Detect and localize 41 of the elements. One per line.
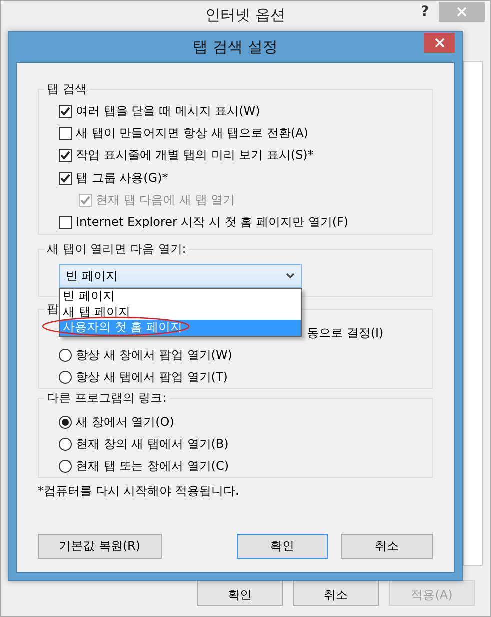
radio-button[interactable] (59, 460, 72, 472)
radio-button[interactable] (59, 370, 72, 384)
dialog-button[interactable]: 기본값 복원(R) (38, 534, 162, 559)
checkbox-label: 현재 탭 다음에 새 탭 열기 (96, 192, 236, 209)
checkbox-label: 새 탭이 만들어지면 항상 새 탭으로 전환(A) (76, 124, 308, 142)
radio-label: 현재 탭 또는 창에서 열기(C) (76, 458, 229, 474)
close-icon (457, 7, 467, 17)
dialog-title: 탭 검색 설정 (193, 38, 278, 57)
close-button[interactable] (424, 33, 455, 53)
checkbox[interactable] (59, 149, 72, 162)
dropdown-option[interactable]: 빈 페이지 (60, 289, 301, 304)
dropdown-option[interactable]: 새 탭 페이지 (60, 304, 301, 320)
dialog-button[interactable]: 확인 (197, 580, 283, 606)
dialog-button[interactable]: 확인 (236, 534, 328, 559)
group-title: 다른 프로그램의 링크: (44, 390, 170, 407)
checkbox[interactable] (59, 104, 72, 118)
footnote: *컴퓨터를 다시 시작해야 적용됩니다. (38, 483, 240, 500)
checkbox-label: 여러 탭을 닫을 때 메시지 표시(W) (76, 102, 260, 120)
radio-label: 항상 새 창에서 팝업 열기(W) (76, 346, 232, 364)
checkbox-label: Internet Explorer 시작 시 첫 홈 페이지만 열기(F) (76, 214, 349, 232)
group-title: 새 탭이 열리면 다음 열기: (44, 241, 190, 258)
dropdown[interactable]: 빈 페이지 (59, 264, 302, 288)
checkbox-label: 작업 표시줄에 개별 탭의 미리 보기 표시(S)* (76, 147, 314, 164)
close-icon (434, 38, 444, 48)
checkbox[interactable] (59, 216, 72, 230)
radio-label: 동으로 결정(I) (307, 324, 384, 342)
radio-label: 새 창에서 열기(O) (76, 414, 174, 430)
radio-button[interactable] (59, 348, 72, 362)
group-title: 탭 검색 (44, 81, 90, 98)
radio-label: 항상 새 탭에서 팝업 열기(T) (76, 368, 228, 386)
radio-button[interactable] (59, 438, 72, 450)
window-title: 인터넷 옵션 (206, 6, 286, 25)
dialog-button[interactable]: 취소 (293, 580, 379, 606)
dialog-button[interactable]: 취소 (341, 534, 433, 559)
radio-button[interactable] (59, 416, 72, 428)
checkbox[interactable] (59, 172, 72, 185)
checkbox-label: 탭 그룹 사용(G)* (76, 170, 168, 187)
radio-label: 현재 창의 새 탭에서 열기(B) (76, 436, 229, 452)
chevron-icon (286, 273, 295, 279)
checkbox[interactable] (59, 126, 72, 140)
help-button[interactable]: ? (421, 4, 430, 20)
